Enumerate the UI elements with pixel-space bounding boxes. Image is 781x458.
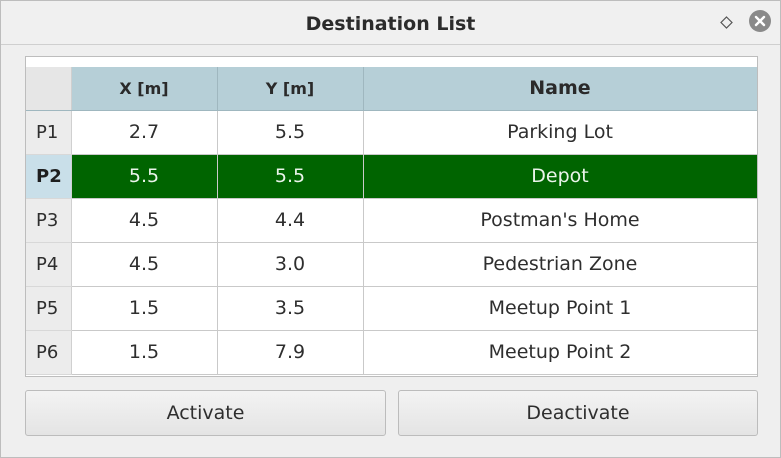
cell-x[interactable]: 4.5 bbox=[71, 242, 218, 287]
close-icon[interactable] bbox=[749, 10, 771, 32]
cell-y[interactable]: 4.4 bbox=[217, 198, 364, 243]
table-row[interactable]: P1 2.7 5.5 Parking Lot bbox=[26, 110, 757, 155]
cell-x[interactable]: 4.5 bbox=[71, 198, 218, 243]
row-header[interactable]: P5 bbox=[26, 286, 72, 331]
row-header[interactable]: P3 bbox=[26, 198, 72, 243]
table-row-selected[interactable]: P2 5.5 5.5 Depot bbox=[26, 154, 757, 199]
column-header-name[interactable]: Name bbox=[363, 67, 757, 111]
cell-name[interactable]: Depot bbox=[363, 154, 757, 199]
cell-name[interactable]: Postman's Home bbox=[363, 198, 757, 243]
table-row[interactable]: P6 1.5 7.9 Meetup Point 2 bbox=[26, 330, 757, 375]
table-header-row: X [m] Y [m] Name bbox=[26, 67, 757, 111]
row-header[interactable]: P1 bbox=[26, 110, 72, 155]
cell-y[interactable]: 5.5 bbox=[217, 154, 364, 199]
window-title: Destination List bbox=[305, 13, 476, 35]
destination-table[interactable]: X [m] Y [m] Name P1 2.7 5.5 Parking Lot … bbox=[25, 56, 758, 377]
table-row[interactable]: P5 1.5 3.5 Meetup Point 1 bbox=[26, 286, 757, 331]
cell-x[interactable]: 1.5 bbox=[71, 286, 218, 331]
cell-x[interactable]: 5.5 bbox=[71, 154, 218, 199]
cell-name[interactable]: Meetup Point 1 bbox=[363, 286, 757, 331]
row-header[interactable]: P6 bbox=[26, 330, 72, 375]
destination-list-window: Destination List X [m] Y [m] Name P1 2.7… bbox=[0, 0, 781, 458]
cell-name[interactable]: Meetup Point 2 bbox=[363, 330, 757, 375]
cell-x[interactable]: 2.7 bbox=[71, 110, 218, 155]
cell-y[interactable]: 3.5 bbox=[217, 286, 364, 331]
cell-x[interactable]: 1.5 bbox=[71, 330, 218, 375]
row-header[interactable]: P4 bbox=[26, 242, 72, 287]
column-header-x[interactable]: X [m] bbox=[71, 67, 218, 111]
cell-y[interactable]: 5.5 bbox=[217, 110, 364, 155]
table-row[interactable]: P4 4.5 3.0 Pedestrian Zone bbox=[26, 242, 757, 287]
column-header-y[interactable]: Y [m] bbox=[217, 67, 364, 111]
cell-name[interactable]: Parking Lot bbox=[363, 110, 757, 155]
activate-button[interactable]: Activate bbox=[25, 390, 386, 436]
row-header[interactable]: P2 bbox=[26, 154, 72, 199]
cell-y[interactable]: 3.0 bbox=[217, 242, 364, 287]
table-corner[interactable] bbox=[26, 67, 72, 111]
deactivate-button[interactable]: Deactivate bbox=[398, 390, 758, 436]
pin-icon[interactable] bbox=[720, 14, 733, 29]
cell-name[interactable]: Pedestrian Zone bbox=[363, 242, 757, 287]
title-bar[interactable]: Destination List bbox=[1, 1, 780, 45]
table-row[interactable]: P3 4.5 4.4 Postman's Home bbox=[26, 198, 757, 243]
cell-y[interactable]: 7.9 bbox=[217, 330, 364, 375]
